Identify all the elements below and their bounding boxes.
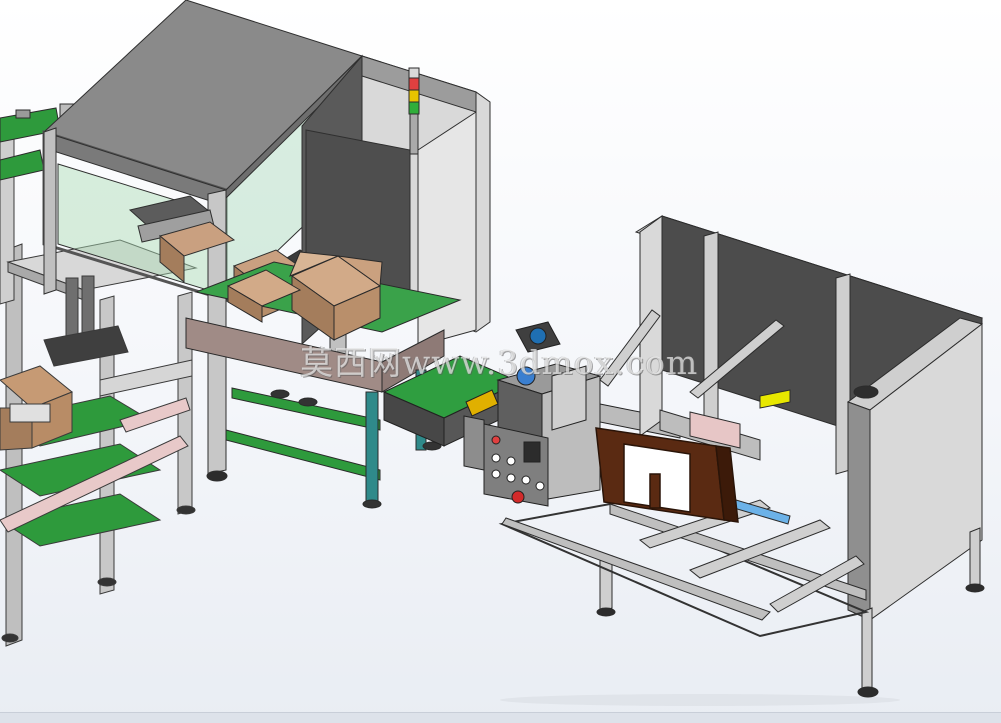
- machine-cad-render: [0, 0, 985, 706]
- viewport-bottom-edge: [0, 712, 1001, 723]
- stack-light: [408, 67, 420, 155]
- floor-shadow: [500, 694, 900, 706]
